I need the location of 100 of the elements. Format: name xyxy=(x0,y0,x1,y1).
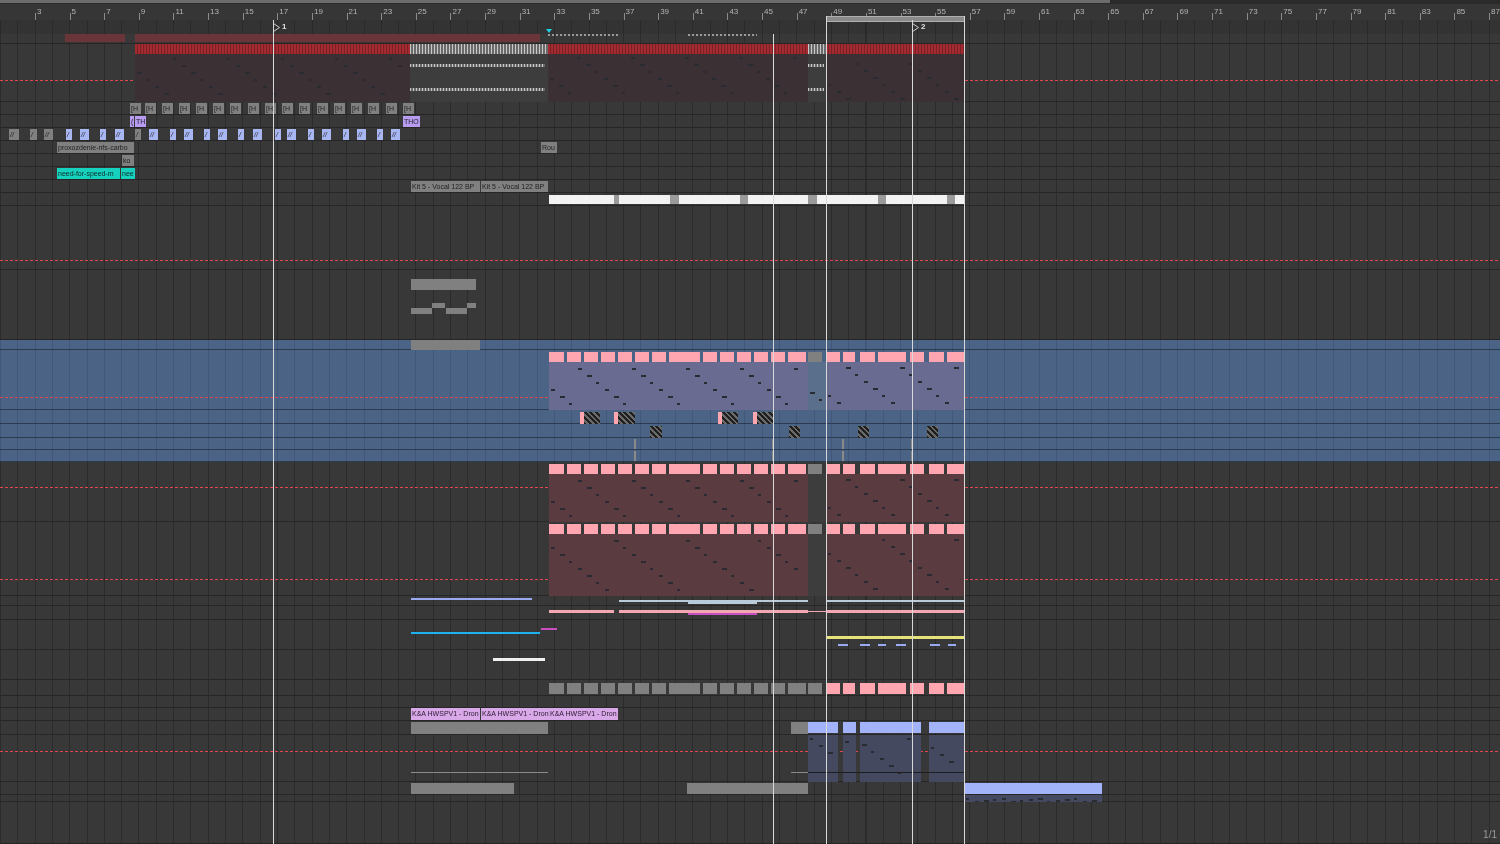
clip[interactable] xyxy=(567,683,581,694)
midi-clip[interactable] xyxy=(826,524,840,534)
midi-clip[interactable] xyxy=(567,352,581,362)
note-line[interactable] xyxy=(411,632,540,634)
midi-clip[interactable] xyxy=(843,352,855,362)
midi-clip[interactable] xyxy=(753,412,757,424)
midi-clip[interactable] xyxy=(826,352,840,362)
clip[interactable] xyxy=(549,195,614,204)
midi-clip[interactable] xyxy=(737,524,751,534)
track-lane[interactable] xyxy=(0,782,1500,795)
clip[interactable] xyxy=(808,683,822,694)
clip[interactable] xyxy=(808,195,817,204)
midi-clip[interactable] xyxy=(860,722,921,733)
midi-clip[interactable] xyxy=(771,464,785,474)
note-line[interactable] xyxy=(493,658,545,661)
midi-clip[interactable] xyxy=(549,352,564,362)
audio-clip[interactable] xyxy=(135,44,410,54)
clip[interactable] xyxy=(687,783,808,794)
clip[interactable] xyxy=(808,352,822,362)
track-lane[interactable] xyxy=(0,620,1500,650)
track-lane[interactable] xyxy=(0,721,1500,735)
midi-clip[interactable] xyxy=(929,735,964,782)
clip[interactable] xyxy=(584,683,598,694)
track-lane[interactable] xyxy=(0,802,1500,844)
note-line[interactable] xyxy=(411,598,532,600)
midi-clip[interactable] xyxy=(929,464,944,474)
midi-clip[interactable] xyxy=(843,524,855,534)
audio-clip[interactable] xyxy=(826,54,964,102)
audio-clip[interactable] xyxy=(808,534,826,596)
clip[interactable] xyxy=(619,195,670,204)
audio-clip[interactable] xyxy=(808,44,826,54)
note-line[interactable] xyxy=(619,600,808,602)
midi-clip[interactable] xyxy=(720,524,734,534)
track-lane[interactable] xyxy=(0,350,1500,410)
track-lane[interactable] xyxy=(0,462,1500,522)
track-lane[interactable] xyxy=(0,424,1500,438)
midi-clip[interactable] xyxy=(788,524,806,534)
midi-clip[interactable] xyxy=(754,524,768,534)
clip[interactable] xyxy=(808,524,822,534)
clip[interactable] xyxy=(740,195,748,204)
midi-clip[interactable] xyxy=(929,352,944,362)
clip[interactable] xyxy=(584,412,600,424)
midi-clip[interactable] xyxy=(929,524,944,534)
midi-clip[interactable] xyxy=(788,352,806,362)
midi-clip[interactable] xyxy=(669,352,700,362)
clip[interactable] xyxy=(614,195,619,204)
audio-clip[interactable] xyxy=(808,474,826,522)
midi-clip[interactable] xyxy=(549,362,808,410)
clip[interactable] xyxy=(788,683,806,694)
midi-clip[interactable] xyxy=(947,683,964,694)
clip[interactable] xyxy=(703,683,717,694)
audio-clip[interactable] xyxy=(135,54,410,102)
clip[interactable] xyxy=(411,308,432,314)
midi-clip[interactable] xyxy=(601,464,615,474)
midi-clip[interactable] xyxy=(635,352,649,362)
track-lane[interactable] xyxy=(0,795,1500,802)
audio-clip[interactable] xyxy=(826,44,964,54)
clip[interactable] xyxy=(737,683,751,694)
clip[interactable] xyxy=(858,426,869,438)
midi-clip[interactable] xyxy=(737,352,751,362)
audio-clip[interactable] xyxy=(548,54,808,102)
midi-clip[interactable] xyxy=(878,524,906,534)
clip[interactable] xyxy=(650,426,662,438)
clip[interactable] xyxy=(670,195,679,204)
midi-clip[interactable] xyxy=(910,352,924,362)
note-line[interactable] xyxy=(826,636,964,639)
track-lane[interactable] xyxy=(0,522,1500,596)
midi-clip[interactable] xyxy=(808,722,838,733)
clip[interactable] xyxy=(135,34,540,42)
locator-flag-icon[interactable] xyxy=(273,23,280,32)
clip[interactable] xyxy=(601,683,615,694)
midi-clip[interactable] xyxy=(808,362,826,410)
midi-clip[interactable] xyxy=(720,352,734,362)
clip[interactable] xyxy=(722,412,738,424)
midi-clip[interactable] xyxy=(549,534,808,596)
midi-clip[interactable] xyxy=(618,524,632,534)
note-line[interactable] xyxy=(411,772,548,773)
track-lane[interactable] xyxy=(0,206,1500,270)
clip[interactable] xyxy=(679,195,740,204)
midi-clip[interactable] xyxy=(703,464,717,474)
clip[interactable] xyxy=(754,683,768,694)
note-line[interactable] xyxy=(688,602,757,604)
audio-clip[interactable] xyxy=(410,44,548,54)
clip[interactable] xyxy=(757,412,773,424)
midi-clip[interactable] xyxy=(549,464,564,474)
midi-clip[interactable] xyxy=(669,464,700,474)
midi-clip[interactable] xyxy=(878,352,906,362)
clip[interactable] xyxy=(771,683,785,694)
track-lane[interactable] xyxy=(0,193,1500,206)
midi-clip[interactable] xyxy=(652,524,666,534)
midi-clip[interactable] xyxy=(826,362,964,410)
midi-clip[interactable] xyxy=(860,683,875,694)
midi-clip[interactable] xyxy=(652,352,666,362)
midi-clip[interactable] xyxy=(635,464,649,474)
locator-flag-icon[interactable] xyxy=(912,23,919,32)
midi-clip[interactable] xyxy=(601,524,615,534)
note-line[interactable] xyxy=(791,772,808,773)
note-line[interactable] xyxy=(808,611,826,612)
audio-clip[interactable] xyxy=(410,64,545,67)
midi-clip[interactable] xyxy=(826,474,964,522)
